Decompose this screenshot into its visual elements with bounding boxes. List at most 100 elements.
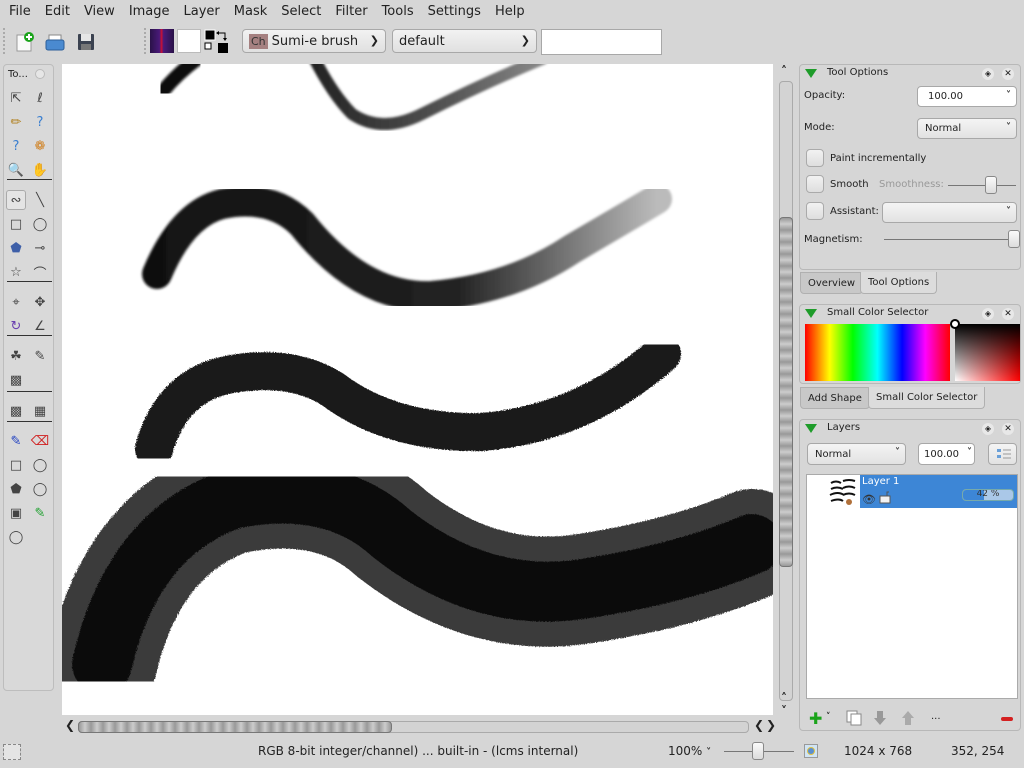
unknown-tool-1[interactable]: ? [30,112,50,132]
scroll-right-icon[interactable]: ❯ [766,718,776,732]
assistant-combo[interactable]: ˅ [882,202,1017,223]
image-info-icon[interactable] [804,744,818,758]
smoothness-slider-handle[interactable] [985,176,998,194]
paint-incrementally-checkbox[interactable] [806,149,824,167]
pan-tool[interactable]: ✋ [30,160,50,180]
bezier-selection-tool[interactable]: ◯ [6,527,26,547]
add-layer-icon[interactable]: ✚ [809,709,822,728]
toolbox-float-button[interactable] [35,69,45,79]
horizontal-scrollbar[interactable]: ❮ ❮ ❯ [62,718,776,734]
chevron-down-icon[interactable]: ˅ [826,712,831,722]
move-tool[interactable]: ✥ [30,292,50,312]
new-document-button[interactable] [12,29,38,55]
rectangular-selection-tool[interactable]: □ [6,455,26,475]
magnetism-slider-handle[interactable] [1008,230,1020,248]
perspective-tool[interactable]: ∠ [30,316,50,336]
menu-filter[interactable]: Filter [330,4,372,19]
menu-image[interactable]: Image [124,4,175,19]
bezier-curve-tool[interactable]: ⌒ [30,262,50,282]
scroll-up-icon[interactable]: ˄ [781,64,787,78]
line-tool[interactable]: ╲ [30,190,50,210]
close-icon[interactable]: ✕ [1002,68,1014,80]
outline-selection-tool[interactable]: ◯ [30,479,50,499]
eraser-selection-tool[interactable]: ⌫ [30,431,50,451]
move-down-icon[interactable] [873,710,887,729]
contiguous-selection-tool[interactable]: ▣ [6,503,26,523]
more-options-button[interactable]: ... [931,711,941,722]
float-icon[interactable]: ◈ [982,308,994,320]
canvas[interactable] [62,64,773,715]
scroll-down-icon[interactable]: ˅ [781,704,787,718]
tab-add-shape[interactable]: Add Shape [800,387,870,409]
gradient-tool[interactable]: ▩ [6,370,26,390]
move-up-icon[interactable] [901,710,915,729]
polyline-tool[interactable]: ⊸ [30,238,50,258]
assistant-checkbox[interactable] [806,202,824,220]
gradient-preview[interactable] [150,29,174,53]
menu-help[interactable]: Help [490,4,530,19]
print-button[interactable] [42,29,68,55]
brush-selection-tool[interactable]: ✎ [6,431,26,451]
smoothness-slider-track[interactable] [948,185,1016,186]
toolbar-text-input[interactable] [541,29,662,55]
calligraphy-tool[interactable]: ℓ [30,88,50,108]
color-fill-tool[interactable]: ❁ [30,136,50,156]
freehand-brush-tool[interactable]: ✏ [6,112,26,132]
polygon-tool[interactable]: ⬟ [6,238,26,258]
float-icon[interactable]: ◈ [982,68,994,80]
collapse-triangle-icon[interactable] [805,69,817,78]
mode-combo[interactable]: Normal ˅ [917,118,1017,139]
preset-variant-combo[interactable]: default ❯ [392,29,537,53]
opacity-combo[interactable]: 100.00 ˅ [917,86,1017,107]
brush-preset-combo[interactable]: Ch Sumi-e brush ❯ [242,29,386,53]
save-button[interactable] [73,29,99,55]
ellipse-tool[interactable]: ◯ [30,214,50,234]
remove-layer-icon[interactable] [1001,717,1013,721]
vscroll-thumb[interactable] [779,217,793,568]
saturation-value-square[interactable] [950,319,1020,381]
toolbar-grip[interactable] [3,28,6,54]
tab-tool-options[interactable]: Tool Options [860,272,938,294]
tab-overview[interactable]: Overview [800,272,864,294]
float-icon[interactable]: ◈ [982,423,994,435]
freehand-path-tool[interactable]: ∾ [6,190,26,210]
perspective-grid-tool[interactable]: ▩ [6,401,26,421]
scroll-left-icon[interactable]: ❮ [65,718,75,732]
close-icon[interactable]: ✕ [1002,308,1014,320]
toolbar-grip[interactable] [144,28,147,54]
scroll-up-icon[interactable]: ˄ [781,691,787,705]
lock-icon[interactable] [879,490,891,504]
zoom-slider-handle[interactable] [752,742,764,760]
hscroll-thumb[interactable] [78,721,392,733]
collapse-triangle-icon[interactable] [805,424,817,433]
pattern-preview[interactable] [177,29,201,53]
menu-tools[interactable]: Tools [377,4,419,19]
collapse-triangle-icon[interactable] [805,309,817,318]
select-shapes-tool[interactable]: ⇱ [6,88,26,108]
magnetism-slider-track[interactable] [884,239,1016,240]
selection-icon[interactable] [3,744,21,760]
visibility-eye-icon[interactable]: 👁 [862,493,876,506]
vertical-scrollbar[interactable]: ˄ ˄ ˅ [778,64,794,719]
unknown-tool-2[interactable]: ? [6,136,26,156]
hue-strip[interactable] [805,324,950,381]
menu-settings[interactable]: Settings [423,4,486,19]
transform-tool[interactable]: ↻ [6,316,26,336]
fill-tool[interactable]: ☘ [6,346,26,366]
crop-tool[interactable]: ⌖ [6,292,26,312]
menu-file[interactable]: File [4,4,36,19]
menu-select[interactable]: Select [276,4,326,19]
zoom-combo[interactable]: 100% ˅ [668,744,711,758]
scroll-left-icon[interactable]: ❮ [754,718,764,732]
smooth-checkbox[interactable] [806,175,824,193]
layer-name[interactable]: Layer 1 [862,476,899,487]
similar-color-selection-tool[interactable]: ✎ [30,503,50,523]
elliptical-selection-tool[interactable]: ◯ [30,455,50,475]
star-tool[interactable]: ☆ [6,262,26,282]
polygonal-selection-tool[interactable]: ⬟ [6,479,26,499]
layer-row[interactable]: Layer 1 👁 42 % [827,475,1017,508]
layer-opacity-combo[interactable]: 100.00 ˅ [918,443,975,465]
rectangle-tool[interactable]: □ [6,214,26,234]
close-icon[interactable]: ✕ [1002,423,1014,435]
color-picker-handle[interactable] [950,319,960,329]
